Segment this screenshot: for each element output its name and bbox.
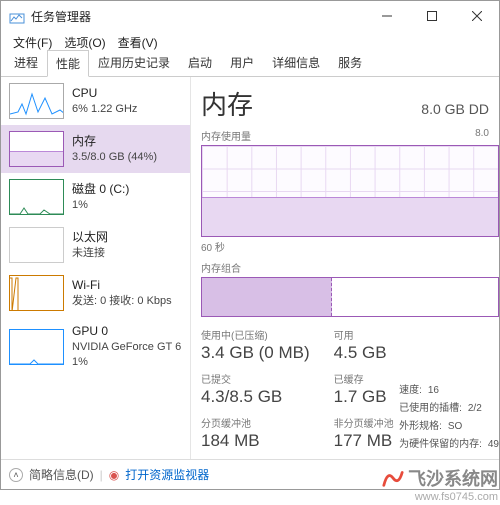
tab-apphistory[interactable]: 应用历史记录 xyxy=(89,49,179,76)
disk-sub: 1% xyxy=(72,198,129,213)
gpu-sub: NVIDIA GeForce GT 6 xyxy=(72,340,181,355)
tab-startup[interactable]: 启动 xyxy=(179,49,221,76)
sidebar-item-gpu[interactable]: GPU 0NVIDIA GeForce GT 61% xyxy=(1,317,190,377)
usage-max: 8.0 xyxy=(475,128,489,143)
maximize-button[interactable] xyxy=(409,1,454,31)
sidebar-item-memory[interactable]: 内存3.5/8.0 GB (44%) xyxy=(1,125,190,173)
used-val: 3.4 GB (0 MB) xyxy=(201,343,310,363)
cpu-thumb xyxy=(9,83,64,119)
gpu-title: GPU 0 xyxy=(72,323,181,340)
watermark-brand: 飞沙系统网 xyxy=(408,465,498,491)
tab-performance[interactable]: 性能 xyxy=(47,50,89,77)
commit-label: 已提交 xyxy=(201,371,310,386)
watermark-url: www.fs0745.com xyxy=(382,491,498,503)
tab-details[interactable]: 详细信息 xyxy=(263,49,329,76)
paged-val: 184 MB xyxy=(201,431,310,451)
nonpaged-val: 177 MB xyxy=(334,431,394,451)
time-label: 60 秒 xyxy=(201,239,499,254)
window-title: 任务管理器 xyxy=(31,8,91,25)
resource-monitor-link[interactable]: 打开资源监视器 xyxy=(125,466,209,483)
form-label: 外形规格: xyxy=(399,418,442,436)
main-panel: 内存 8.0 GB DD 内存使用量 8.0 60 秒 内存组合 使用中(已压缩)… xyxy=(191,77,499,459)
cache-val: 1.7 GB xyxy=(334,387,394,407)
app-icon xyxy=(9,8,25,24)
close-button[interactable] xyxy=(454,1,499,31)
disk-title: 磁盘 0 (C:) xyxy=(72,181,129,198)
wifi-title: Wi-Fi xyxy=(72,277,172,294)
tab-bar: 进程 性能 应用历史记录 启动 用户 详细信息 服务 xyxy=(1,53,499,77)
gpu-thumb xyxy=(9,329,64,365)
tab-processes[interactable]: 进程 xyxy=(5,49,47,76)
eth-thumb xyxy=(9,227,64,263)
tab-users[interactable]: 用户 xyxy=(221,49,263,76)
speed-val: 16 xyxy=(428,382,439,400)
main-title: 内存 xyxy=(201,85,253,122)
mem-sub: 3.5/8.0 GB (44%) xyxy=(72,150,157,165)
slots-val: 2/2 xyxy=(468,400,482,418)
nonpaged-label: 非分页缓冲池 xyxy=(334,415,394,430)
main-capacity: 8.0 GB DD xyxy=(421,101,489,117)
hw-label: 为硬件保留的内存: xyxy=(399,436,482,454)
eth-title: 以太网 xyxy=(72,229,108,246)
gpu-sub2: 1% xyxy=(72,355,181,370)
paged-label: 分页缓冲池 xyxy=(201,415,310,430)
titlebar: 任务管理器 xyxy=(1,1,499,31)
used-label: 使用中(已压缩) xyxy=(201,327,310,342)
tab-services[interactable]: 服务 xyxy=(329,49,371,76)
watermark-icon xyxy=(382,467,404,489)
right-stats: 速度: 16 已使用的插槽: 2/2 外形规格: SO 为硬件保留的内存: 49 xyxy=(399,382,499,454)
sidebar-item-cpu[interactable]: CPU6% 1.22 GHz xyxy=(1,77,190,125)
slots-label: 已使用的插槽: xyxy=(399,400,462,418)
sidebar: CPU6% 1.22 GHz 内存3.5/8.0 GB (44%) 磁盘 0 (… xyxy=(1,77,191,459)
form-val: SO xyxy=(448,418,462,436)
sidebar-item-wifi[interactable]: Wi-Fi发送: 0 接收: 0 Kbps xyxy=(1,269,190,317)
cpu-sub: 6% 1.22 GHz xyxy=(72,102,137,117)
eth-sub: 未连接 xyxy=(72,246,108,261)
memory-usage-chart xyxy=(201,145,499,237)
mem-thumb xyxy=(9,131,64,167)
commit-val: 4.3/8.5 GB xyxy=(201,387,310,407)
sidebar-item-ethernet[interactable]: 以太网未连接 xyxy=(1,221,190,269)
avail-label: 可用 xyxy=(334,327,394,342)
sidebar-item-disk[interactable]: 磁盘 0 (C:)1% xyxy=(1,173,190,221)
compose-label: 内存组合 xyxy=(201,260,499,275)
memory-composition-chart xyxy=(201,277,499,317)
minimize-button[interactable] xyxy=(364,1,409,31)
mem-title: 内存 xyxy=(72,133,157,150)
cache-label: 已缓存 xyxy=(334,371,394,386)
wifi-sub: 发送: 0 接收: 0 Kbps xyxy=(72,294,172,309)
avail-val: 4.5 GB xyxy=(334,343,394,363)
wifi-thumb xyxy=(9,275,64,311)
disk-thumb xyxy=(9,179,64,215)
watermark: 飞沙系统网 www.fs0745.com xyxy=(382,465,498,503)
chevron-up-icon[interactable]: ˄ xyxy=(9,468,23,482)
speed-label: 速度: xyxy=(399,382,422,400)
hw-val: 49 xyxy=(488,436,499,454)
monitor-icon: ◉ xyxy=(109,468,119,482)
brief-info-link[interactable]: 简略信息(D) xyxy=(29,466,94,483)
cpu-title: CPU xyxy=(72,85,137,102)
usage-label: 内存使用量 xyxy=(201,128,251,143)
